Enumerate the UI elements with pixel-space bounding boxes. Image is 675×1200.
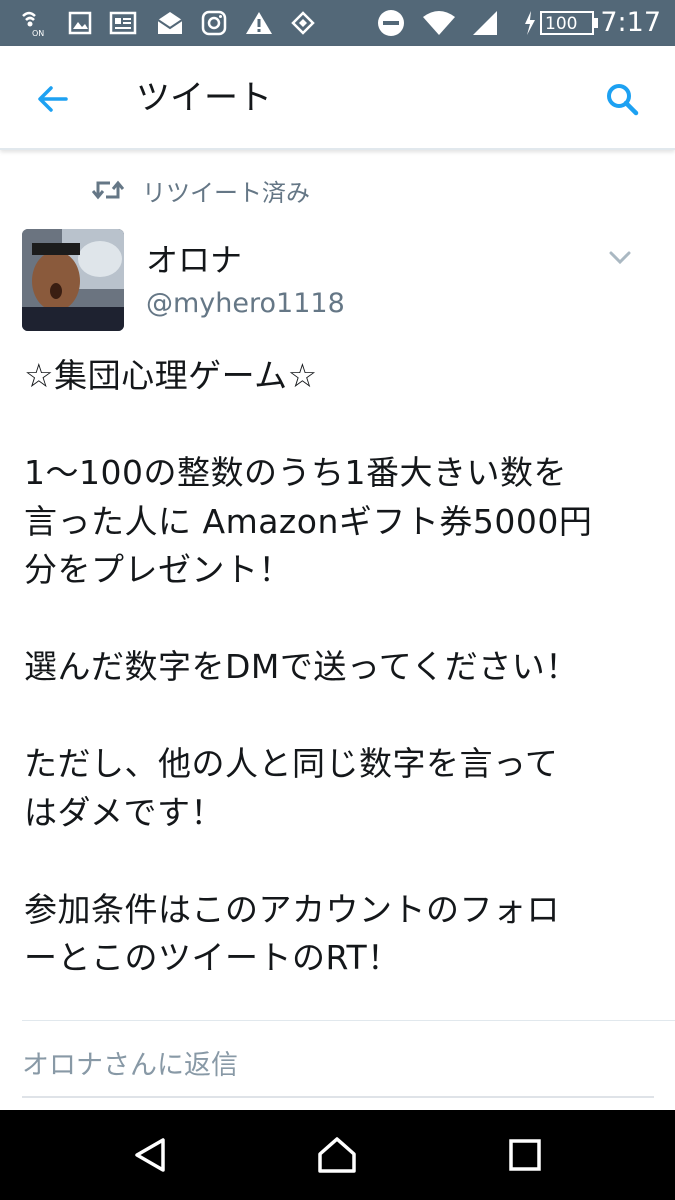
retweet-icon (92, 176, 126, 204)
search-button[interactable] (599, 76, 645, 122)
nfc-on-icon: ON (18, 8, 50, 38)
tweet-text: ☆集団心理ゲーム☆ 1〜100の整数のうち1番大きい数を 言った人に Amazo… (24, 352, 660, 983)
tweet-line: ーとこのツイートのRT！ (24, 938, 401, 977)
tweet-menu-button[interactable] (605, 243, 635, 273)
avatar[interactable] (22, 229, 124, 331)
recents-icon (509, 1139, 541, 1171)
app-bar: ツイート (0, 46, 675, 150)
reply-placeholder: オロナさんに返信 (22, 1050, 238, 1081)
shopping-icon (288, 8, 318, 38)
tweet-line (24, 401, 660, 450)
divider (22, 1020, 675, 1021)
home-icon (318, 1137, 356, 1173)
do-not-disturb-icon (376, 8, 406, 38)
tweet-line: 1〜100の整数のうち1番大きい数を (24, 453, 567, 492)
signal-icon (470, 8, 500, 38)
back-button[interactable] (30, 76, 76, 122)
battery-charging-icon: 100 (522, 8, 602, 38)
system-nav-bar (0, 1110, 675, 1200)
gallery-icon (66, 8, 94, 38)
wifi-icon (420, 8, 458, 38)
author-name[interactable]: オロナ (146, 236, 242, 284)
chevron-down-icon (609, 251, 631, 265)
retweet-context: リツイート済み (92, 170, 310, 210)
warning-icon (243, 8, 275, 38)
status-time: 7:17 (600, 7, 661, 38)
tweet-line: 分をプレゼント！ (24, 550, 292, 589)
nav-back-button[interactable] (128, 1132, 174, 1178)
tweet-line: 参加条件はこのアカウントのフォロ (24, 889, 560, 929)
tweet-line (24, 595, 660, 644)
search-icon (607, 84, 639, 116)
nav-home-button[interactable] (314, 1132, 360, 1178)
battery-level: 100 (545, 14, 577, 34)
tweet-line: ☆集団心理ゲーム☆ (24, 356, 318, 395)
reply-input[interactable]: オロナさんに返信 (22, 1040, 654, 1098)
tweet-line: ただし、他の人と同じ数字を言って (24, 744, 559, 783)
author-handle[interactable]: @myhero1118 (146, 284, 345, 324)
tweet-line: 選んだ数字をDMで送ってください！ (24, 647, 579, 686)
status-bar: ON 100 7:17 (0, 0, 675, 46)
instagram-icon (199, 8, 229, 38)
page-title: ツイート (136, 78, 272, 118)
nav-recents-button[interactable] (502, 1132, 548, 1178)
mail-icon (155, 8, 185, 38)
tweet-line (24, 837, 660, 886)
back-triangle-icon (135, 1138, 165, 1172)
arrow-left-icon (38, 86, 68, 112)
news-icon (108, 8, 138, 38)
tweet-line: 言った人に Amazonギフト券5000円 (24, 501, 593, 541)
svg-text:ON: ON (32, 29, 44, 38)
tweet-line (24, 692, 660, 741)
tweet-line: はダメです！ (24, 792, 225, 832)
retweet-label: リツイート済み (142, 178, 310, 207)
